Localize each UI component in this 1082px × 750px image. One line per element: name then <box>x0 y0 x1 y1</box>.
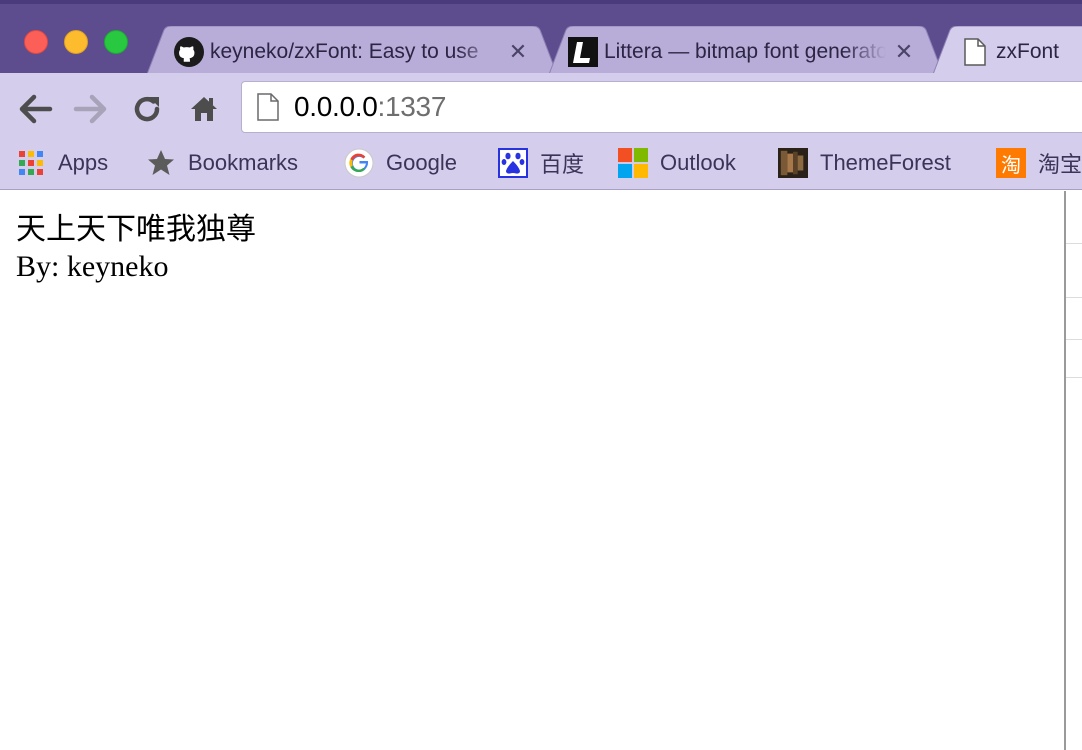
page-icon <box>960 37 990 67</box>
tab-title: Littera — bitmap font generator <box>604 39 886 63</box>
tab-littera[interactable]: Littera — bitmap font generator ✕ <box>548 26 944 77</box>
panel-divider <box>1066 243 1082 244</box>
bookmark-bookmarks[interactable]: Bookmarks <box>146 143 298 183</box>
home-button[interactable] <box>184 89 224 129</box>
tab-close-icon[interactable]: ✕ <box>894 40 914 62</box>
bookmark-outlook[interactable]: Outlook <box>618 143 736 183</box>
tab-close-icon[interactable]: ✕ <box>508 40 528 62</box>
bookmark-label: Google <box>386 150 457 175</box>
google-icon <box>344 148 374 178</box>
apps-grid-icon <box>16 148 46 178</box>
bookmark-label: 淘宝 <box>1038 152 1082 177</box>
page-heading: 天上天下唯我独尊 <box>16 213 256 246</box>
home-icon <box>191 97 217 121</box>
arrow-right-icon <box>73 94 107 124</box>
bookmark-label: Bookmarks <box>188 150 299 175</box>
devtools-panel-edge[interactable] <box>1064 191 1082 750</box>
panel-divider <box>1066 339 1082 340</box>
arrow-left-icon <box>19 94 53 124</box>
forward-button[interactable] <box>70 89 110 129</box>
bookmark-label: Outlook <box>660 150 736 175</box>
bookmark-themeforest[interactable]: ThemeForest <box>778 143 951 183</box>
page-info-icon[interactable] <box>256 92 280 122</box>
bookmark-baidu[interactable]: 百度 <box>498 143 584 183</box>
panel-divider <box>1066 297 1082 298</box>
tab-github[interactable]: keyneko/zxFont: Easy to use ✕ <box>146 26 558 77</box>
bookmark-label: 百度 <box>540 152 585 177</box>
tab-strip: keyneko/zxFont: Easy to use ✕ Littera — … <box>0 0 1082 77</box>
panel-divider <box>1066 377 1082 378</box>
bookmark-taobao[interactable]: 淘 淘宝 <box>996 143 1082 183</box>
address-bar[interactable]: 0.0.0.0:1337 <box>241 81 1082 133</box>
reload-button[interactable] <box>127 89 167 129</box>
url-text[interactable]: 0.0.0.0:1337 <box>294 91 446 123</box>
bookmarks-bar: Apps Bookmarks Google 百度 Outlook ThemeFo… <box>0 143 1082 190</box>
bookmark-google[interactable]: Google <box>344 143 457 183</box>
tab-title: keyneko/zxFont: Easy to use <box>210 39 479 63</box>
bookmark-apps[interactable]: Apps <box>16 143 108 183</box>
taobao-icon: 淘 <box>996 148 1026 178</box>
url-port: :1337 <box>377 91 447 122</box>
back-button[interactable] <box>16 89 56 129</box>
windows-icon <box>618 148 648 178</box>
baidu-paw-icon <box>498 148 528 178</box>
window-close-button[interactable] <box>24 30 48 54</box>
window-minimize-button[interactable] <box>64 30 88 54</box>
browser-toolbar: 0.0.0.0:1337 <box>0 73 1082 143</box>
window-zoom-button[interactable] <box>104 30 128 54</box>
taobao-icon-glyph: 淘 <box>1001 152 1021 177</box>
github-icon <box>174 36 204 67</box>
themeforest-icon <box>778 148 808 178</box>
page-byline: By: keyneko <box>16 250 169 283</box>
tab-title: zxFont <box>996 39 1060 63</box>
tab-zxfont[interactable]: zxFont <box>932 26 1082 77</box>
littera-icon <box>568 36 598 67</box>
page-content: 天上天下唯我独尊 By: keyneko <box>0 191 1064 750</box>
bookmark-label: ThemeForest <box>820 150 951 175</box>
reload-icon <box>134 96 160 122</box>
bookmark-label: Apps <box>58 150 109 175</box>
star-icon <box>146 148 176 178</box>
url-host: 0.0.0.0 <box>294 91 378 122</box>
